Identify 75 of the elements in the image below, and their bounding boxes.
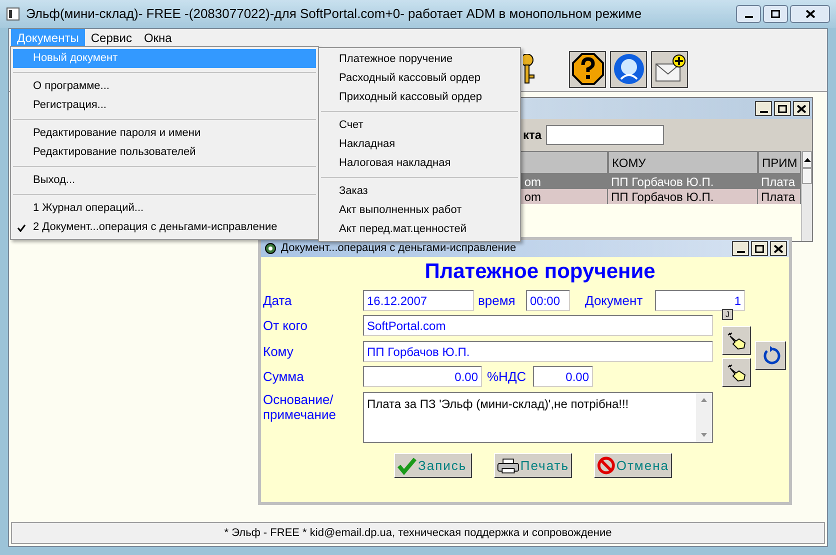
note-label: Основание/ примечание [263, 392, 337, 422]
minimize-button[interactable] [736, 5, 761, 23]
minimize-icon [744, 16, 752, 18]
recipient-label: Кому [263, 342, 294, 361]
vat-field[interactable]: 0.00 [533, 366, 593, 387]
check-icon [397, 456, 417, 474]
close-icon [774, 244, 783, 252]
prohibited-icon [597, 456, 616, 475]
question-icon [572, 53, 604, 85]
minimize-button[interactable] [732, 241, 749, 256]
app-icon [6, 7, 20, 21]
sum-label: Сумма [263, 368, 305, 386]
maximize-icon [755, 244, 764, 252]
document-number-field[interactable]: 1 [655, 290, 745, 311]
up-arrow-icon [804, 158, 811, 162]
refresh-button[interactable] [755, 341, 786, 370]
maximize-icon [771, 10, 780, 18]
menu-bar-item[interactable]: Окна [138, 29, 178, 47]
window-title: Эльф(мини-склад)- FREE -(2083077022)-для SoftPortal.com+0- работает ADM в монопольном режиме [26, 5, 643, 24]
recipient-field[interactable]: ПП Горбачов Ю.П. [363, 341, 713, 362]
sender-label: От кого [263, 316, 308, 335]
globe-button[interactable] [610, 50, 647, 88]
note-field[interactable]: Плата за ПЗ 'Эльф (мини-склад)',не потрібна!!! [363, 392, 713, 443]
check-icon [17, 224, 26, 232]
mail-button[interactable] [651, 50, 688, 88]
printer-icon [497, 456, 520, 474]
close-button[interactable] [790, 5, 830, 23]
menu-item[interactable]: Расходный кассовый ордер [319, 69, 520, 88]
date-field[interactable]: 16.12.2007 [363, 290, 474, 311]
menu-item[interactable]: 2 Документ...операция с деньгами-исправление [13, 218, 316, 237]
menu-item[interactable]: Счет [319, 116, 520, 135]
document-number-label: Документ [585, 292, 644, 310]
menu-item[interactable]: Регистрация... [13, 96, 316, 115]
document-window-title: Документ...операция с деньгами-исправление [281, 241, 518, 256]
vat-label: %НДС [487, 368, 528, 386]
column-header[interactable]: КОМУ [608, 151, 758, 174]
column-header[interactable]: ПРИМ [758, 151, 802, 174]
scrollbar-thumb[interactable] [802, 168, 812, 184]
menu-item[interactable]: О программе... [13, 77, 316, 96]
sender-field[interactable]: SoftPortal.com [363, 315, 713, 336]
scrollbar[interactable] [801, 151, 812, 241]
close-icon [797, 104, 806, 112]
search-field[interactable] [546, 125, 664, 145]
maximize-button[interactable] [763, 5, 788, 23]
menu-item[interactable]: Акт выполненных работ [319, 201, 520, 220]
menu-item[interactable]: Платежное поручение [319, 50, 520, 69]
time-field[interactable]: 00:00 [526, 290, 570, 311]
envelope-icon [654, 54, 686, 84]
close-icon [806, 10, 814, 18]
close-button[interactable] [770, 241, 787, 256]
minimize-button[interactable] [755, 101, 772, 116]
document-heading: Платежное поручение [424, 259, 656, 286]
hand-button[interactable] [722, 326, 751, 355]
hand-button[interactable] [722, 358, 751, 387]
sum-field[interactable]: 0.00 [363, 366, 482, 387]
maximize-icon [778, 104, 787, 112]
maximize-button[interactable] [751, 241, 768, 256]
help-button[interactable] [569, 50, 606, 88]
minimize-icon [736, 250, 744, 252]
status-bar: * Эльф - FREE * kid@email.dp.ua, техническая поддержка и сопровождение [11, 522, 825, 544]
menu-item[interactable]: Налоговая накладная [319, 154, 520, 173]
search-label: кта [523, 127, 542, 144]
maximize-button[interactable] [774, 101, 791, 116]
menu-item[interactable]: Акт перед.мат.ценностей [319, 220, 520, 239]
time-label: время [478, 292, 516, 310]
menu-item[interactable]: Редактирование пользователей [13, 143, 316, 162]
date-label: Дата [263, 292, 293, 310]
menu-item[interactable]: Приходный кассовый ордер [319, 88, 520, 107]
key-icon[interactable] [523, 54, 537, 84]
small-button[interactable]: J [722, 309, 733, 320]
minimize-icon [760, 110, 768, 112]
menu-item[interactable]: Редактирование пароля и имени [13, 124, 316, 143]
close-button[interactable] [793, 101, 810, 116]
menu-item[interactable]: Накладная [319, 135, 520, 154]
menu-bar-item[interactable]: Сервис [84, 29, 138, 47]
